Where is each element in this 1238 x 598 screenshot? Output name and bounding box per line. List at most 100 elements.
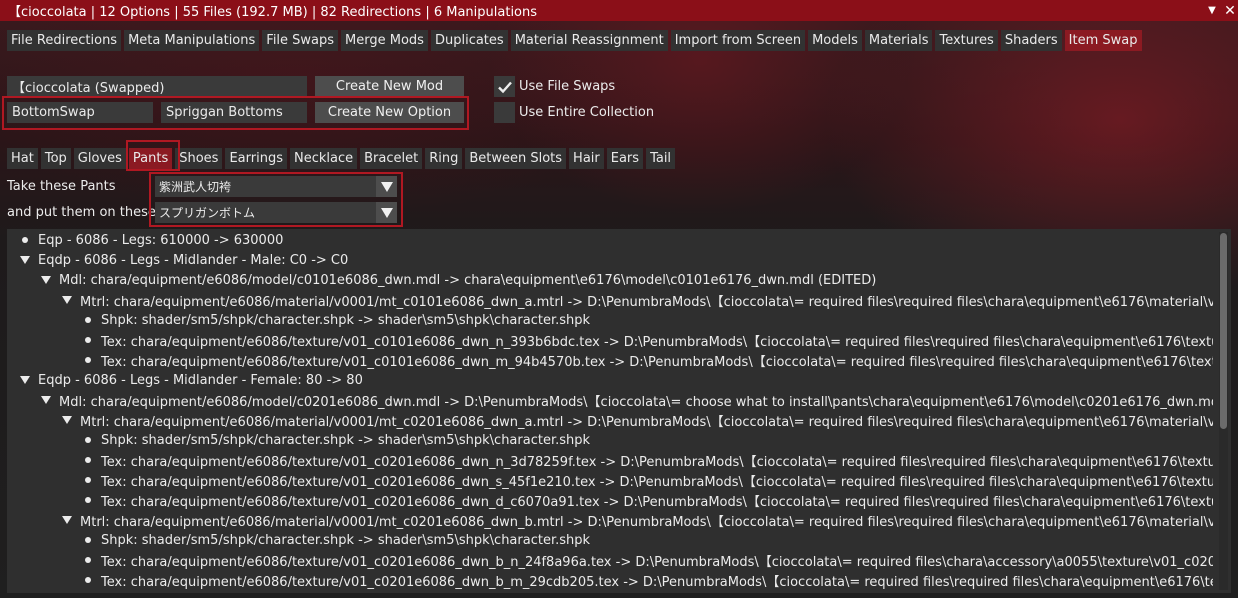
swap-tree-panel: Eqp - 6086 - Legs: 610000 -> 630000 Eqdp …: [7, 229, 1231, 593]
tree-node-label: Eqdp - 6086 - Legs - Midlander - Male: C…: [38, 252, 349, 268]
tab-models[interactable]: Models: [808, 30, 862, 51]
mod-name-input[interactable]: 【cioccolata (Swapped): [7, 76, 307, 97]
tab-textures[interactable]: Textures: [935, 30, 998, 51]
create-new-mod-button[interactable]: Create New Mod: [315, 76, 464, 97]
target-item-value: スプリガンボトム: [159, 206, 256, 220]
tree-node[interactable]: Shpk: shader/sm5/shpk/character.shpk -> …: [7, 430, 1213, 450]
tree-node[interactable]: Tex: chara/equipment/e6086/texture/v01_c…: [7, 350, 1213, 370]
bullet-icon: [81, 437, 95, 443]
tab-meta-manipulations[interactable]: Meta Manipulations: [124, 30, 260, 51]
bullet-icon: [81, 537, 95, 543]
tab-merge-mods[interactable]: Merge Mods: [341, 30, 428, 51]
expanded-arrow-icon[interactable]: [18, 256, 32, 264]
tree-node-label: Tex: chara/equipment/e6086/texture/v01_c…: [101, 554, 1213, 570]
tree-node[interactable]: Eqdp - 6086 - Legs - Midlander - Male: C…: [7, 250, 1213, 270]
tab-shaders[interactable]: Shaders: [1000, 30, 1062, 51]
slot-tab-between-slots[interactable]: Between Slots: [465, 148, 567, 169]
title-bar[interactable]: 【cioccolata | 12 Options | 55 Files (192…: [0, 0, 1238, 21]
bullet-icon: [81, 497, 95, 503]
checkmark-icon: [497, 81, 512, 93]
tree-node[interactable]: Tex: chara/equipment/e6086/texture/v01_c…: [7, 550, 1213, 570]
bullet-icon: [81, 357, 95, 363]
swap-tree: Eqp - 6086 - Legs: 610000 -> 630000 Eqdp …: [7, 230, 1213, 590]
tree-node[interactable]: Shpk: shader/sm5/shpk/character.shpk -> …: [7, 530, 1213, 550]
target-item-combo[interactable]: スプリガンボトム: [155, 202, 397, 223]
expanded-arrow-icon[interactable]: [39, 276, 53, 284]
tree-node-label: Eqdp - 6086 - Legs - Midlander - Female:…: [38, 372, 363, 388]
expanded-arrow-icon[interactable]: [60, 296, 74, 304]
tree-scrollbar[interactable]: [1219, 232, 1228, 590]
slot-tab-tail[interactable]: Tail: [646, 148, 676, 169]
tree-node-label: Tex: chara/equipment/e6086/texture/v01_c…: [101, 354, 1213, 370]
tab-duplicates[interactable]: Duplicates: [430, 30, 508, 51]
bullet-icon: [81, 577, 95, 583]
bullet-icon: [81, 557, 95, 563]
tree-node-label: Mdl: chara/equipment/e6086/model/c0201e6…: [59, 394, 1213, 410]
slot-tab-bracelet[interactable]: Bracelet: [360, 148, 423, 169]
tree-node[interactable]: Tex: chara/equipment/e6086/texture/v01_c…: [7, 570, 1213, 590]
tree-node[interactable]: Mdl: chara/equipment/e6086/model/c0101e6…: [7, 270, 1213, 290]
expanded-arrow-icon[interactable]: [60, 416, 74, 424]
collapse-icon[interactable]: ▼: [1203, 0, 1221, 21]
tree-node-label: Tex: chara/equipment/e6086/texture/v01_c…: [101, 474, 1213, 490]
use-entire-collection-checkbox[interactable]: [494, 102, 515, 123]
dropdown-arrow-icon[interactable]: [376, 176, 397, 197]
slot-tab-pants[interactable]: Pants: [128, 148, 173, 169]
slot-tab-hat[interactable]: Hat: [7, 148, 38, 169]
tree-node[interactable]: Eqp - 6086 - Legs: 610000 -> 630000: [7, 230, 1213, 250]
tree-node[interactable]: Shpk: shader/sm5/shpk/character.shpk -> …: [7, 310, 1213, 330]
tree-node[interactable]: Eqdp - 6086 - Legs - Midlander - Female:…: [7, 370, 1213, 390]
tab-file-swaps[interactable]: File Swaps: [262, 30, 339, 51]
tree-node-label: Tex: chara/equipment/e6086/texture/v01_c…: [101, 574, 1213, 590]
expanded-arrow-icon[interactable]: [39, 396, 53, 404]
window-title: 【cioccolata | 12 Options | 55 Files (192…: [8, 5, 538, 20]
source-item-combo[interactable]: 紫洲武人切袴: [155, 176, 397, 197]
slot-tab-necklace[interactable]: Necklace: [289, 148, 358, 169]
tree-node-label: Tex: chara/equipment/e6086/texture/v01_c…: [101, 494, 1213, 510]
tree-node[interactable]: Tex: chara/equipment/e6086/texture/v01_c…: [7, 450, 1213, 470]
bullet-icon: [18, 237, 32, 243]
tree-node[interactable]: Mtrl: chara/equipment/e6086/material/v00…: [7, 510, 1213, 530]
bullet-icon: [81, 477, 95, 483]
bullet-icon: [81, 337, 95, 343]
tree-node[interactable]: Tex: chara/equipment/e6086/texture/v01_c…: [7, 470, 1213, 490]
expanded-arrow-icon[interactable]: [60, 516, 74, 524]
slot-tab-hair[interactable]: Hair: [569, 148, 604, 169]
tree-node-label: Mtrl: chara/equipment/e6086/material/v00…: [80, 514, 1213, 530]
source-item-value: 紫洲武人切袴: [159, 180, 232, 194]
slot-tab-top[interactable]: Top: [40, 148, 71, 169]
close-icon[interactable]: ✕: [1221, 0, 1238, 21]
use-file-swaps-checkbox[interactable]: [494, 76, 515, 97]
tab-item-swap[interactable]: Item Swap: [1064, 30, 1142, 51]
slot-tab-ring[interactable]: Ring: [425, 148, 463, 169]
tree-node-label: Mtrl: chara/equipment/e6086/material/v00…: [80, 414, 1213, 430]
bullet-icon: [81, 317, 95, 323]
tab-material-reassignment[interactable]: Material Reassignment: [510, 30, 668, 51]
tree-node-label: Shpk: shader/sm5/shpk/character.shpk -> …: [101, 312, 591, 328]
target-label: and put them on these: [7, 205, 156, 220]
group-name-input[interactable]: Spriggan Bottoms: [161, 102, 307, 123]
tree-node[interactable]: Mtrl: chara/equipment/e6086/material/v00…: [7, 290, 1213, 310]
item-swap-window: 【cioccolata | 12 Options | 55 Files (192…: [0, 0, 1238, 598]
dropdown-arrow-icon[interactable]: [376, 202, 397, 223]
scrollbar-thumb[interactable]: [1220, 233, 1227, 429]
tree-node-label: Eqp - 6086 - Legs: 610000 -> 630000: [38, 232, 284, 248]
expanded-arrow-icon[interactable]: [18, 376, 32, 384]
create-new-option-button[interactable]: Create New Option: [315, 102, 464, 123]
tab-import-from-screen[interactable]: Import from Screen: [670, 30, 806, 51]
tab-file-redirections[interactable]: File Redirections: [7, 30, 122, 51]
slot-tab-ears[interactable]: Ears: [606, 148, 644, 169]
tree-node[interactable]: Mtrl: chara/equipment/e6086/material/v00…: [7, 410, 1213, 430]
slot-tab-gloves[interactable]: Gloves: [73, 148, 126, 169]
source-label: Take these Pants: [7, 179, 116, 194]
tree-node[interactable]: Tex: chara/equipment/e6086/texture/v01_c…: [7, 490, 1213, 510]
option-name-input[interactable]: BottomSwap: [7, 102, 153, 123]
slot-tab-earrings[interactable]: Earrings: [225, 148, 287, 169]
slot-tab-bar: Hat Top Gloves Pants Shoes Earrings Necklace Br…: [7, 148, 676, 169]
tree-node[interactable]: Mdl: chara/equipment/e6086/model/c0201e6…: [7, 390, 1213, 410]
tree-node[interactable]: Tex: chara/equipment/e6086/texture/v01_c…: [7, 330, 1213, 350]
tree-node-label: Mtrl: chara/equipment/e6086/material/v00…: [80, 294, 1213, 310]
slot-tab-shoes[interactable]: Shoes: [175, 148, 223, 169]
tree-node-label: Shpk: shader/sm5/shpk/character.shpk -> …: [101, 432, 591, 448]
tab-materials[interactable]: Materials: [864, 30, 933, 51]
